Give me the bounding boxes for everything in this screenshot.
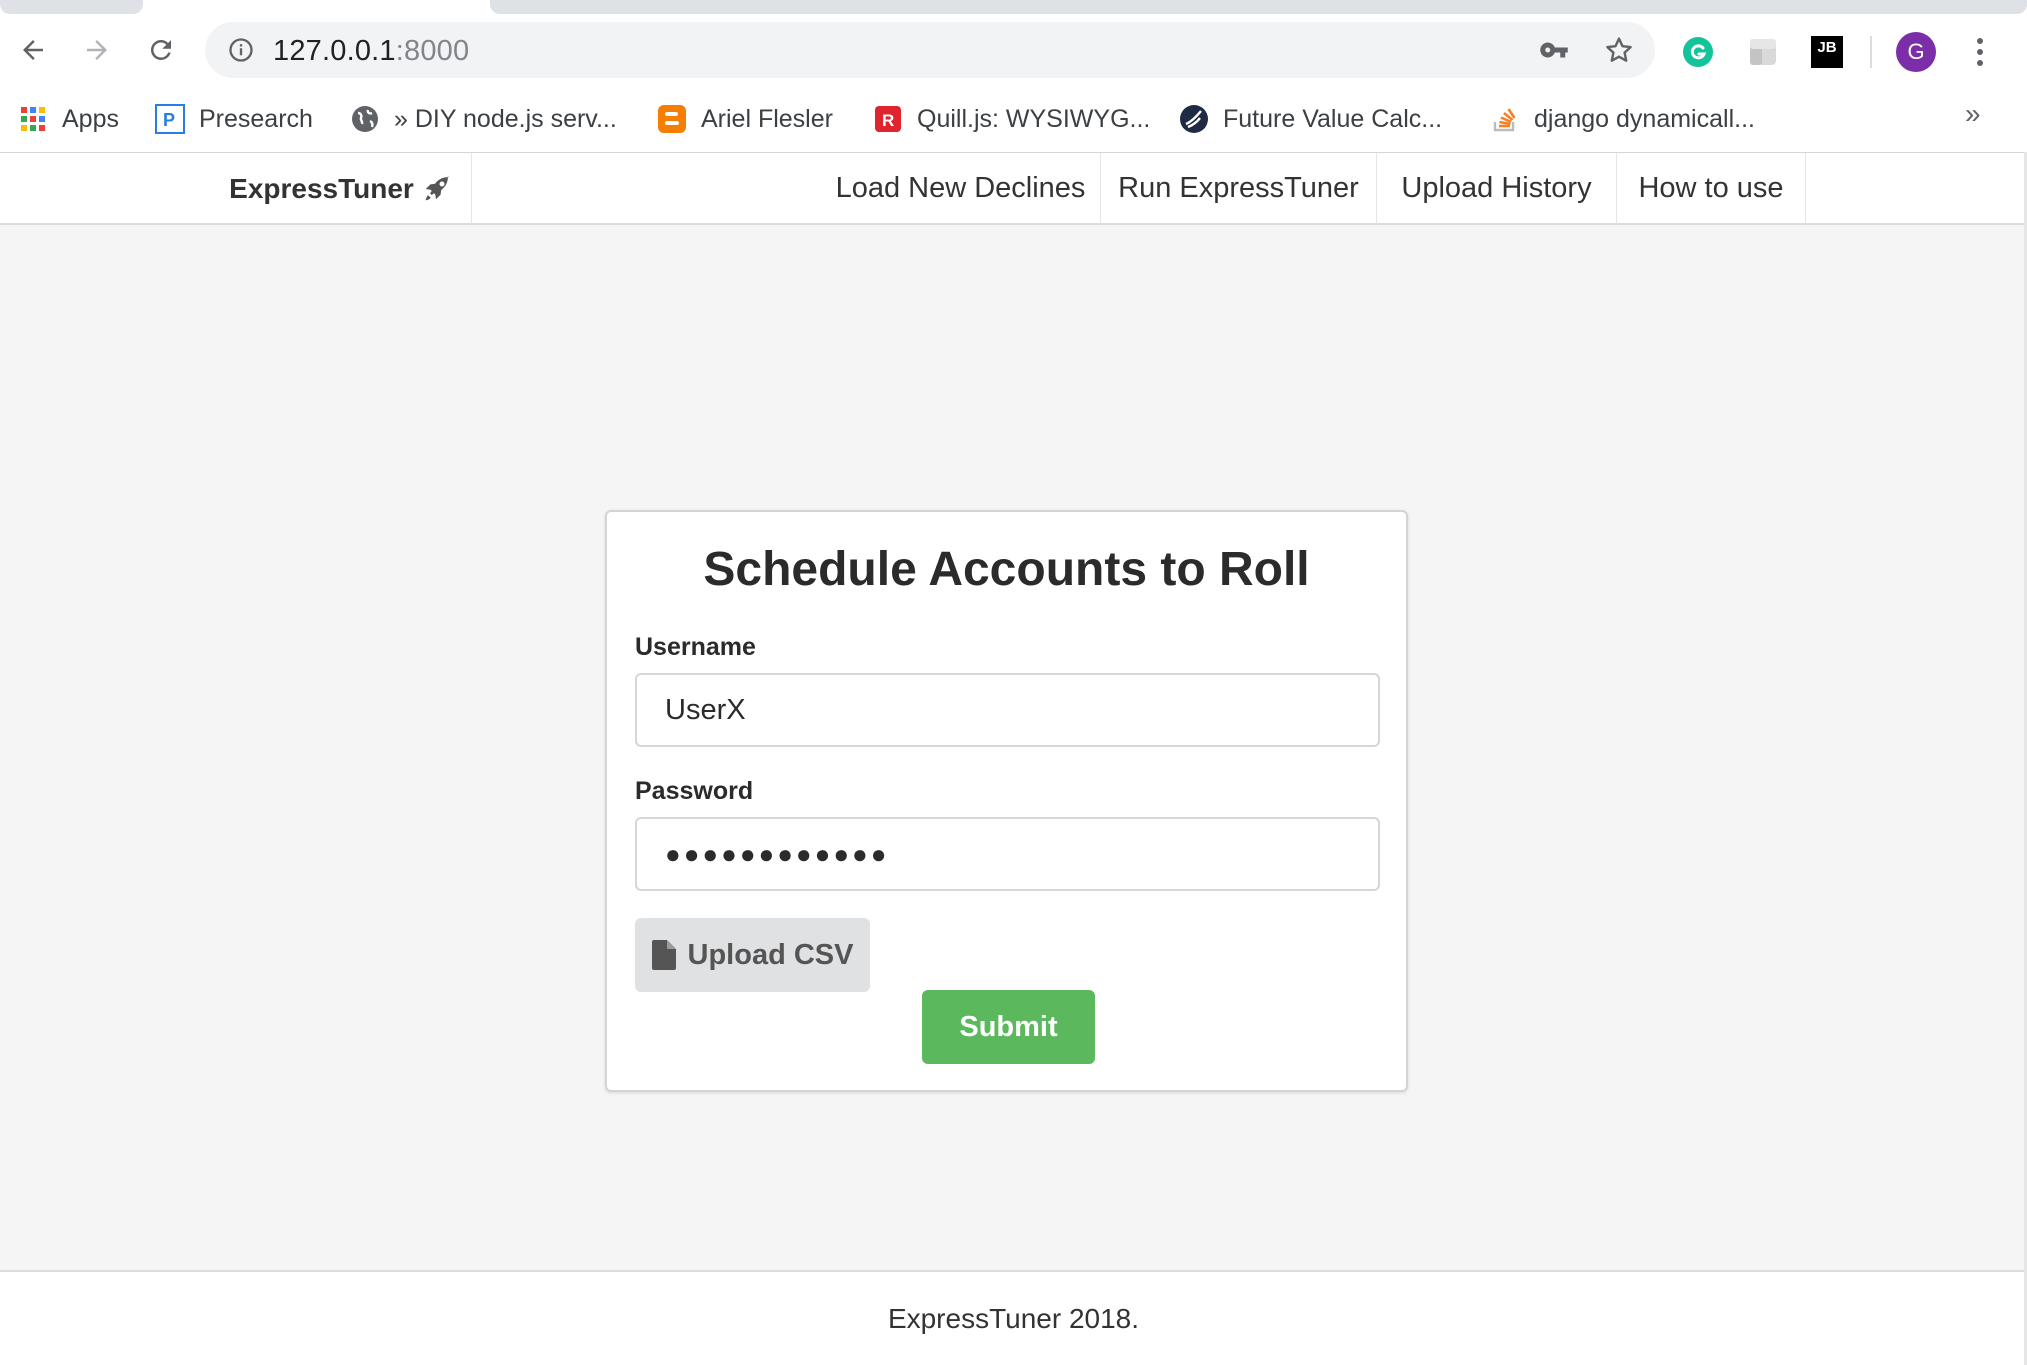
file-icon: [651, 940, 676, 970]
username-value: UserX: [665, 693, 746, 726]
info-icon[interactable]: [227, 36, 255, 64]
address-bar[interactable]: 127.0.0.1:8000: [205, 22, 1655, 78]
bookmark-django[interactable]: django dynamicall...: [1490, 98, 1755, 140]
password-label: Password: [635, 777, 754, 805]
reload-button[interactable]: [139, 28, 183, 72]
globe-icon: [350, 104, 380, 134]
tab-previous[interactable]: [0, 0, 143, 14]
brand-name: ExpressTuner: [229, 172, 414, 204]
key-icon[interactable]: [1538, 35, 1570, 65]
page-footer: ExpressTuner 2018.: [0, 1270, 2027, 1365]
r-logo-icon: R: [873, 104, 903, 134]
bookmark-apps[interactable]: Apps: [18, 98, 119, 140]
forward-arrow-icon: [87, 40, 107, 60]
grammarly-icon[interactable]: [1682, 36, 1714, 68]
password-mask: ●●●●●●●●●●●●: [665, 838, 890, 869]
bookmark-label: Presearch: [199, 104, 313, 133]
upload-csv-label: Upload CSV: [687, 938, 854, 971]
form-title: Schedule Accounts to Roll: [703, 543, 1310, 596]
username-label: Username: [635, 633, 756, 661]
schedule-form-card: Schedule Accounts to Roll Username UserX…: [605, 510, 1408, 1092]
bookmark-future-value-calc[interactable]: Future Value Calc...: [1179, 98, 1442, 140]
reload-icon: [150, 39, 171, 60]
bookmark-quilljs[interactable]: R Quill.js: WYSIWYG...: [873, 98, 1150, 140]
svg-text:R: R: [882, 111, 894, 130]
submit-button[interactable]: Submit: [922, 990, 1095, 1064]
blogger-icon: [657, 104, 687, 134]
calc-logo-icon: [1179, 104, 1209, 134]
bookmark-label: Apps: [62, 104, 119, 133]
password-field[interactable]: ●●●●●●●●●●●●: [635, 817, 1380, 891]
extension-tile-icon[interactable]: [1747, 36, 1779, 68]
nav-upload-history[interactable]: Upload History: [1377, 153, 1617, 224]
brand-link[interactable]: ExpressTuner: [210, 153, 472, 224]
username-field[interactable]: UserX: [635, 673, 1380, 747]
bookmark-ariel-flesler[interactable]: Ariel Flesler: [657, 98, 833, 140]
browser-menu-button[interactable]: [1966, 32, 1994, 72]
bookmark-star-icon[interactable]: [1603, 34, 1635, 66]
back-arrow-icon: [23, 40, 43, 60]
page-content: ExpressTuner Load New Declines Run Expre…: [0, 152, 2027, 1365]
bookmark-label: » DIY node.js serv...: [394, 104, 617, 133]
tab-next[interactable]: [490, 0, 2027, 14]
svg-text:P: P: [163, 110, 175, 130]
apps-grid-icon: [18, 104, 48, 134]
tab-strip: [0, 0, 2027, 14]
nav-run-expresstuner[interactable]: Run ExpressTuner: [1101, 153, 1377, 224]
bookmark-label: Ariel Flesler: [701, 104, 833, 133]
bookmarks-bar: Apps P Presearch » DIY node.js serv... A…: [0, 90, 2027, 150]
bookmark-label: Quill.js: WYSIWYG...: [917, 104, 1151, 133]
app-navbar: ExpressTuner Load New Declines Run Expre…: [0, 152, 2027, 225]
jetbrains-icon[interactable]: JB: [1811, 36, 1843, 68]
stackoverflow-icon: [1490, 104, 1520, 134]
toolbar-divider: [1870, 36, 1872, 68]
bookmarks-overflow-button[interactable]: »: [1965, 98, 1981, 130]
nav-how-to-use[interactable]: How to use: [1617, 153, 1806, 224]
browser-chrome: 127.0.0.1:8000 JB G Apps P Presearch » D…: [0, 0, 2027, 152]
url-text: 127.0.0.1:8000: [273, 35, 470, 67]
presearch-icon: P: [155, 104, 185, 134]
forward-button[interactable]: [75, 28, 119, 72]
bookmark-label: Future Value Calc...: [1223, 104, 1443, 133]
nav-load-new-declines[interactable]: Load New Declines: [821, 153, 1101, 224]
rocket-icon: [425, 175, 449, 200]
footer-text: ExpressTuner 2018.: [887, 1302, 1140, 1334]
bookmark-label: django dynamicall...: [1534, 104, 1755, 133]
upload-csv-button[interactable]: Upload CSV: [635, 918, 870, 992]
profile-avatar[interactable]: G: [1896, 32, 1936, 72]
bookmark-presearch[interactable]: P Presearch: [155, 98, 313, 140]
bookmark-diy-node[interactable]: » DIY node.js serv...: [350, 98, 617, 140]
back-button[interactable]: [11, 28, 55, 72]
browser-toolbar: 127.0.0.1:8000 JB G: [0, 14, 2027, 86]
